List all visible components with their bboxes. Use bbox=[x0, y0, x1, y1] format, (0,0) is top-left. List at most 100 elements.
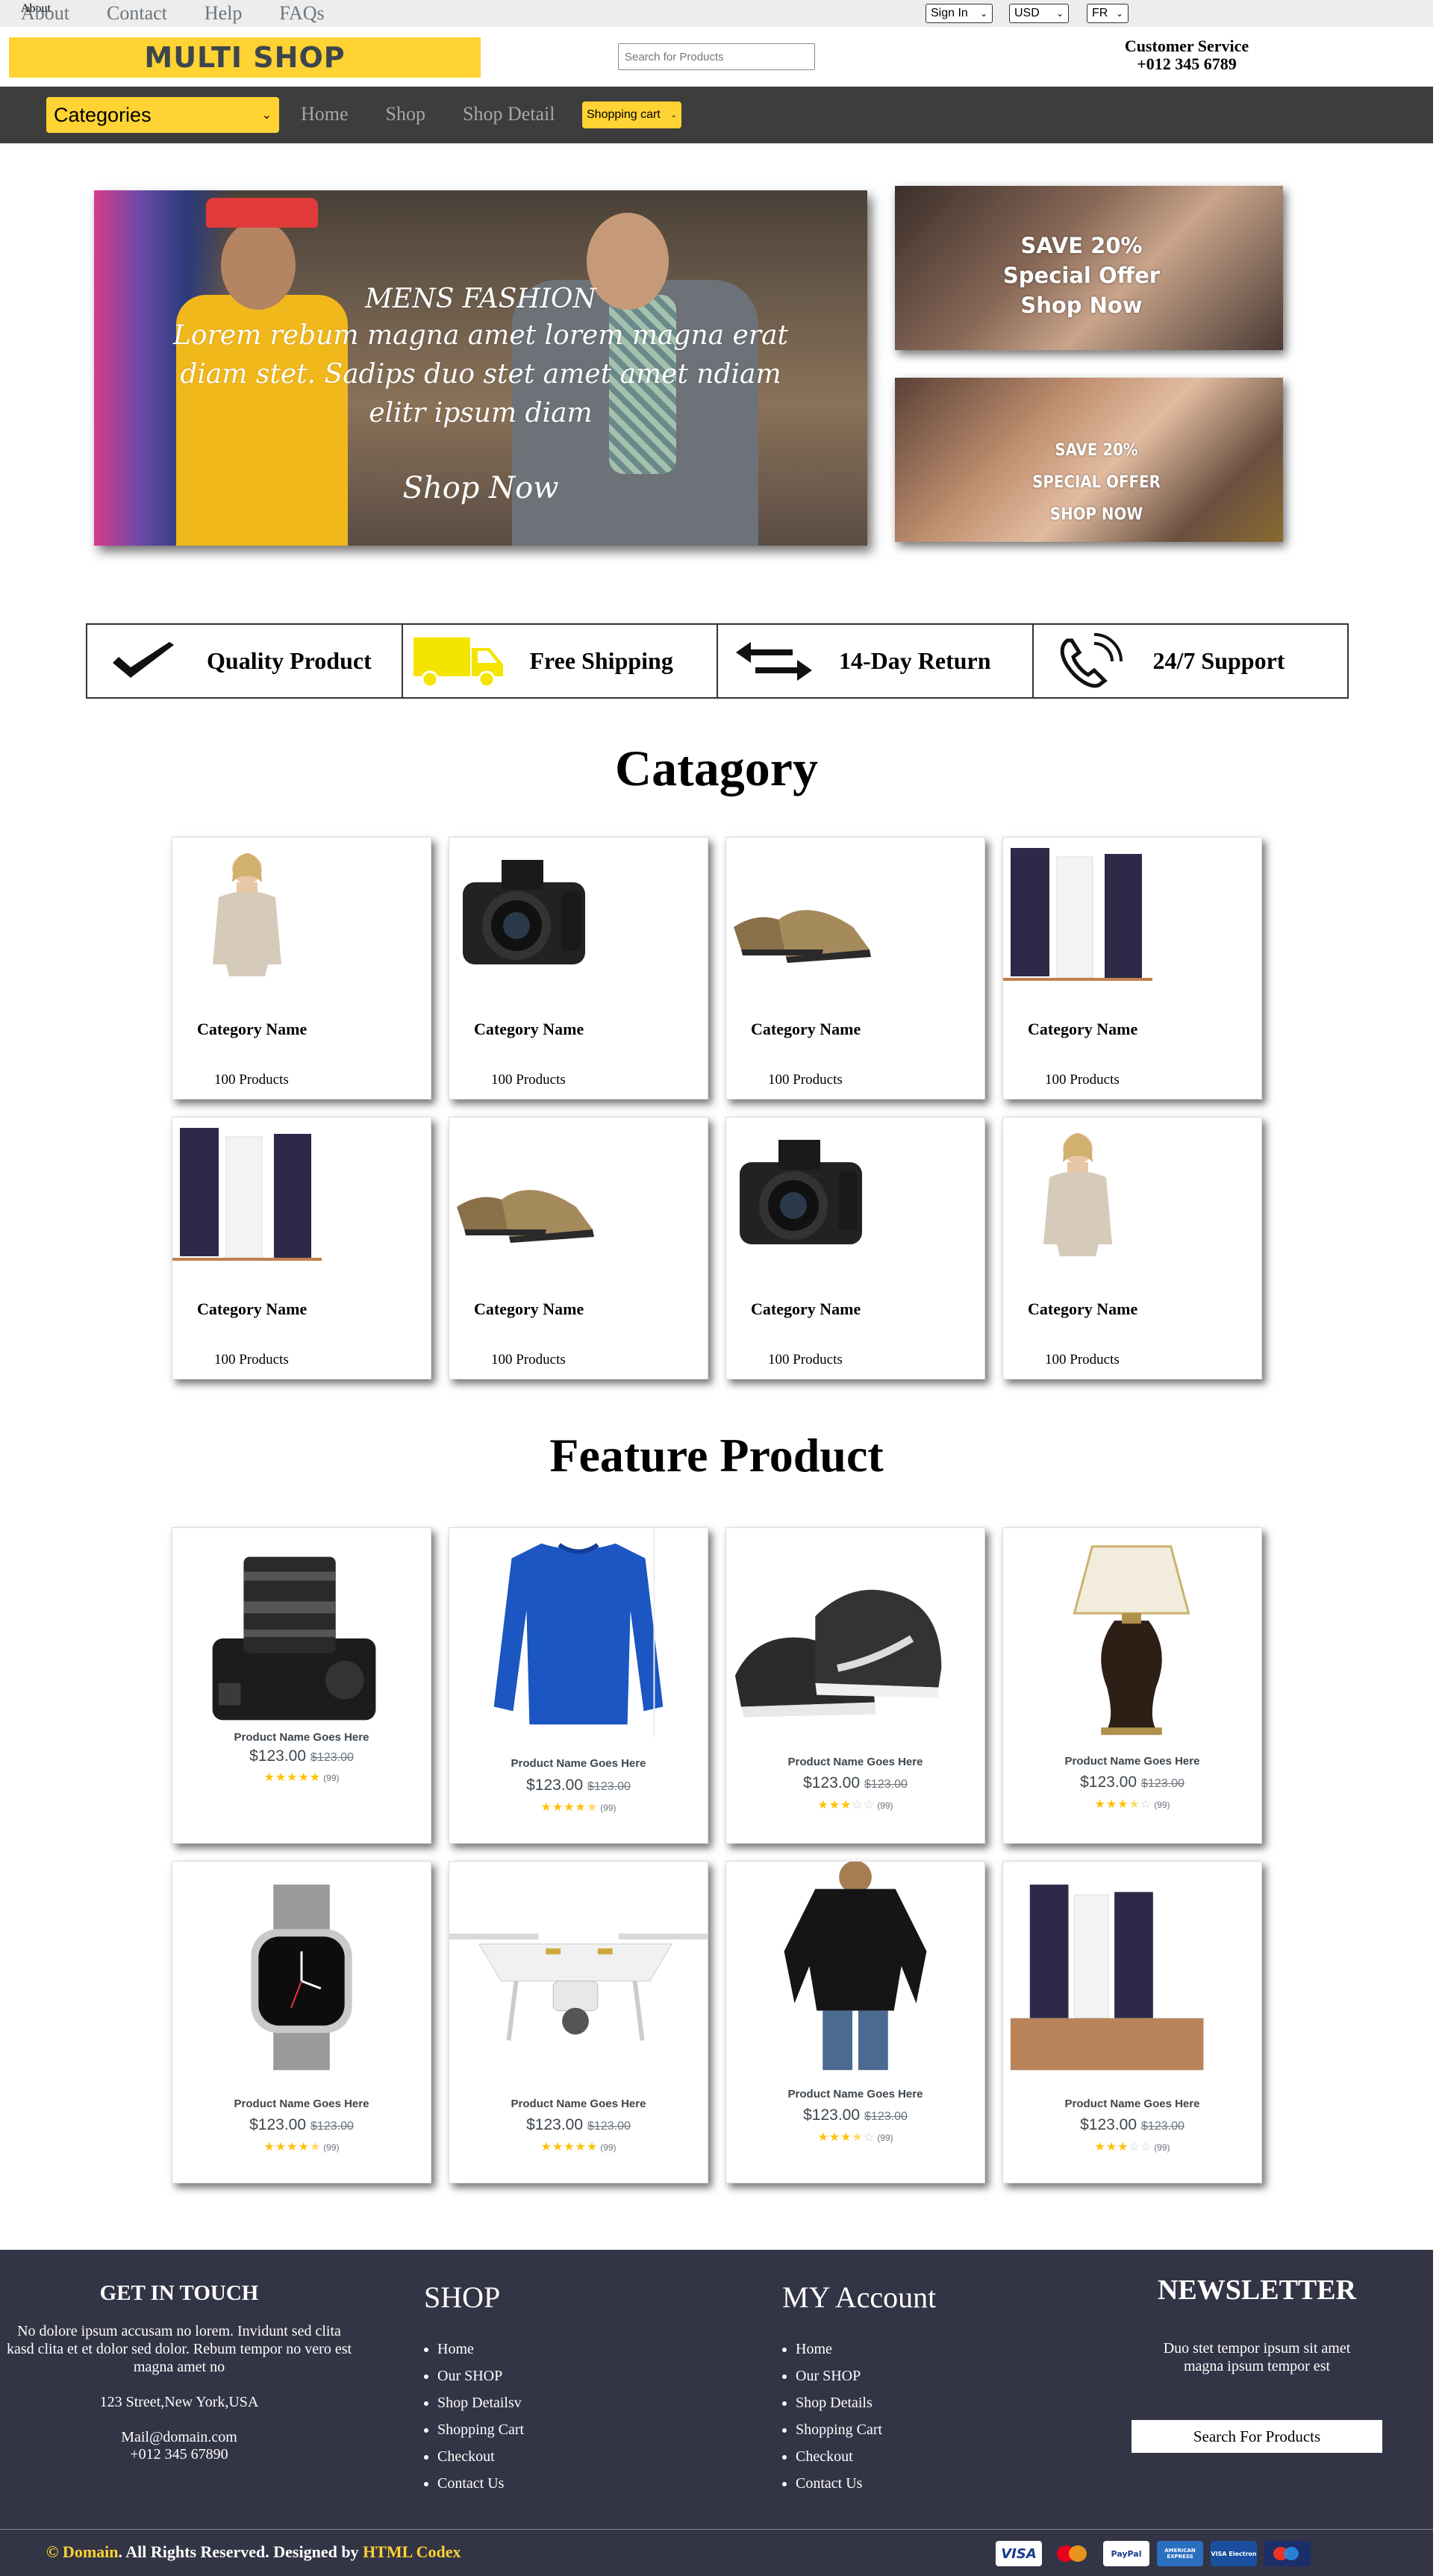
carousel-image-figure bbox=[206, 198, 318, 228]
footer-address: 123 Street,New York,USA bbox=[99, 2394, 259, 2410]
product-card[interactable]: Product Name Goes Here $123.00 $123.00 ★★… bbox=[725, 1527, 985, 1844]
price-old: $123.00 bbox=[864, 2110, 908, 2123]
carousel-shop-button[interactable]: Shop Now bbox=[94, 471, 867, 505]
product-name[interactable]: Product Name Goes Here bbox=[726, 2088, 984, 2101]
shoes-image bbox=[449, 1117, 599, 1264]
offer-line: SAVE 20% bbox=[1055, 441, 1138, 460]
copyright: © Domain. All Rights Reserved. Designed … bbox=[46, 2542, 461, 2562]
product-price: $123.00 $123.00 bbox=[172, 1747, 431, 1765]
newsletter-search-button[interactable]: Search For Products bbox=[1132, 2420, 1382, 2453]
account-select[interactable]: Sign In ⌄ bbox=[926, 4, 993, 23]
watch-image bbox=[251, 1884, 352, 2071]
product-name[interactable]: Product Name Goes Here bbox=[449, 1757, 708, 1770]
footer-link[interactable]: Our SHOP bbox=[437, 2363, 524, 2389]
copyright-domain[interactable]: © Domain bbox=[46, 2542, 119, 2561]
product-card[interactable]: Product Name Goes Here $123.00 $123.00 ★★… bbox=[1002, 1527, 1262, 1844]
category-card[interactable]: Category Name 100 Products bbox=[449, 837, 708, 1100]
product-card[interactable]: Product Name Goes Here $123.00 $123.00 ★★… bbox=[172, 1861, 431, 2183]
price-old: $123.00 bbox=[310, 1751, 354, 1764]
category-count: 100 Products bbox=[768, 1352, 843, 1367]
product-name[interactable]: Product Name Goes Here bbox=[449, 2098, 708, 2110]
cosmetics-image bbox=[1003, 838, 1152, 984]
product-card[interactable]: Product Name Goes Here $123.00 $123.00 ★★… bbox=[725, 1861, 985, 2183]
review-count: (99) bbox=[600, 2142, 617, 2153]
footer-account: MY Account Home Our SHOP Shop Details Sh… bbox=[769, 2250, 936, 2497]
language-select[interactable]: FR ⌄ bbox=[1087, 4, 1129, 23]
cart-select[interactable]: Shopping cart ⌄ bbox=[582, 102, 681, 128]
offer-line: SPECIAL OFFER bbox=[1032, 473, 1161, 492]
nav-shop-detail[interactable]: Shop Detail bbox=[463, 103, 555, 125]
footer-link[interactable]: Contact Us bbox=[796, 2470, 936, 2497]
price-current: $123.00 bbox=[803, 1774, 861, 1791]
footer-link[interactable]: Shopping Cart bbox=[437, 2416, 524, 2443]
camera-image bbox=[726, 1117, 876, 1264]
product-card[interactable]: Product Name Goes Here $123.00 $123.00 ★★… bbox=[449, 1527, 708, 1844]
product-price: $123.00 $123.00 bbox=[1003, 1774, 1261, 1791]
footer-link[interactable]: Contact Us bbox=[437, 2470, 524, 2497]
product-name[interactable]: Product Name Goes Here bbox=[172, 1731, 431, 1744]
footer-link[interactable]: Home bbox=[796, 2336, 936, 2363]
currency-select[interactable]: USD ⌄ bbox=[1009, 4, 1069, 23]
maestro-icon bbox=[1264, 2541, 1311, 2566]
category-card[interactable]: Category Name 100 Products bbox=[1002, 837, 1262, 1100]
account-select-value: Sign In bbox=[931, 7, 968, 19]
carousel-title: MENS FASHION bbox=[365, 284, 596, 314]
contact-link[interactable]: Contact bbox=[107, 2, 167, 25]
rating-stars: ★★★★☆ (99) bbox=[1094, 1798, 1170, 1811]
camera-lens-image bbox=[212, 1556, 376, 1721]
footer-link[interactable]: Home bbox=[437, 2336, 524, 2363]
rating-stars: ★★★★★ (99) bbox=[263, 1771, 340, 1784]
footer-link[interactable]: Our SHOP bbox=[796, 2363, 936, 2389]
visa-electron-icon: VISA Electron bbox=[1211, 2541, 1257, 2566]
categories-select[interactable]: Categories ⌄ bbox=[46, 97, 279, 133]
footer-link[interactable]: Shop Detailsv bbox=[437, 2389, 524, 2416]
category-card[interactable]: Category Name 100 Products bbox=[1002, 1117, 1262, 1379]
faqs-link[interactable]: FAQs bbox=[279, 2, 324, 25]
designer-link[interactable]: HTML Codex bbox=[363, 2542, 461, 2561]
category-card[interactable]: Category Name 100 Products bbox=[725, 837, 985, 1100]
product-card[interactable]: Product Name Goes Here $123.00 $123.00 ★★… bbox=[172, 1527, 431, 1844]
feature-support: 24/7 Support bbox=[1034, 625, 1348, 697]
footer-link[interactable]: Checkout bbox=[796, 2443, 936, 2470]
product-card[interactable]: Product Name Goes Here $123.00 $123.00 ★★… bbox=[449, 1861, 708, 2183]
offer-banner-1[interactable]: SAVE 20% Special Offer Shop Now bbox=[895, 186, 1283, 350]
footer-link[interactable]: Shopping Cart bbox=[796, 2416, 936, 2443]
visa-icon: VISA bbox=[996, 2541, 1042, 2566]
nav-home[interactable]: Home bbox=[301, 103, 349, 125]
category-card[interactable]: Category Name 100 Products bbox=[725, 1117, 985, 1379]
product-name[interactable]: Product Name Goes Here bbox=[1003, 1755, 1261, 1768]
category-card[interactable]: Category Name 100 Products bbox=[172, 1117, 431, 1379]
footer-link[interactable]: Shop Details bbox=[796, 2389, 936, 2416]
offer-line: Shop Now bbox=[1020, 293, 1143, 318]
search-input[interactable] bbox=[618, 43, 815, 70]
help-link[interactable]: Help bbox=[205, 2, 243, 25]
nav-shop[interactable]: Shop bbox=[386, 103, 425, 125]
product-name[interactable]: Product Name Goes Here bbox=[1003, 2098, 1261, 2110]
price-old: $123.00 bbox=[1141, 1777, 1184, 1790]
category-card[interactable]: Category Name 100 Products bbox=[449, 1117, 708, 1379]
product-name[interactable]: Product Name Goes Here bbox=[172, 2098, 431, 2110]
footer: GET IN TOUCH No dolore ipsum accusam no … bbox=[0, 2250, 1433, 2576]
footer-email[interactable]: Mail@domain.com bbox=[0, 2429, 358, 2446]
footer-link[interactable]: Checkout bbox=[437, 2443, 524, 2470]
category-card[interactable]: Category Name 100 Products bbox=[172, 837, 431, 1100]
feature-quality: Quality Product bbox=[87, 625, 403, 697]
featured-section-title: Feature Product bbox=[549, 1429, 884, 1482]
category-count: 100 Products bbox=[491, 1072, 566, 1088]
feature-shipping: Free Shipping bbox=[403, 625, 718, 697]
product-card[interactable]: Product Name Goes Here $123.00 $123.00 ★★… bbox=[1002, 1861, 1262, 2183]
footer-account-title: MY Account bbox=[782, 2280, 937, 2314]
offer-text: SAVE 20% Special Offer Shop Now bbox=[895, 231, 1276, 320]
language-select-value: FR bbox=[1092, 7, 1108, 19]
footer-account-links: Home Our SHOP Shop Details Shopping Cart… bbox=[781, 2336, 936, 2497]
about-link[interactable]: About bbox=[21, 2, 69, 25]
feature-label: 14-Day Return bbox=[839, 647, 991, 674]
logo[interactable]: MULTI SHOP bbox=[9, 37, 481, 78]
cart-select-label: Shopping cart bbox=[587, 108, 661, 121]
price-current: $123.00 bbox=[249, 1747, 307, 1765]
offer-banner-2[interactable]: SAVE 20% SPECIAL OFFER SHOP NOW bbox=[895, 378, 1283, 542]
hero-carousel[interactable]: MENS FASHION Lorem rebum magna amet lore… bbox=[94, 190, 867, 546]
product-name[interactable]: Product Name Goes Here bbox=[726, 1756, 984, 1768]
carousel-caption: MENS FASHION Lorem rebum magna amet lore… bbox=[94, 282, 867, 433]
camera-image bbox=[449, 838, 599, 984]
